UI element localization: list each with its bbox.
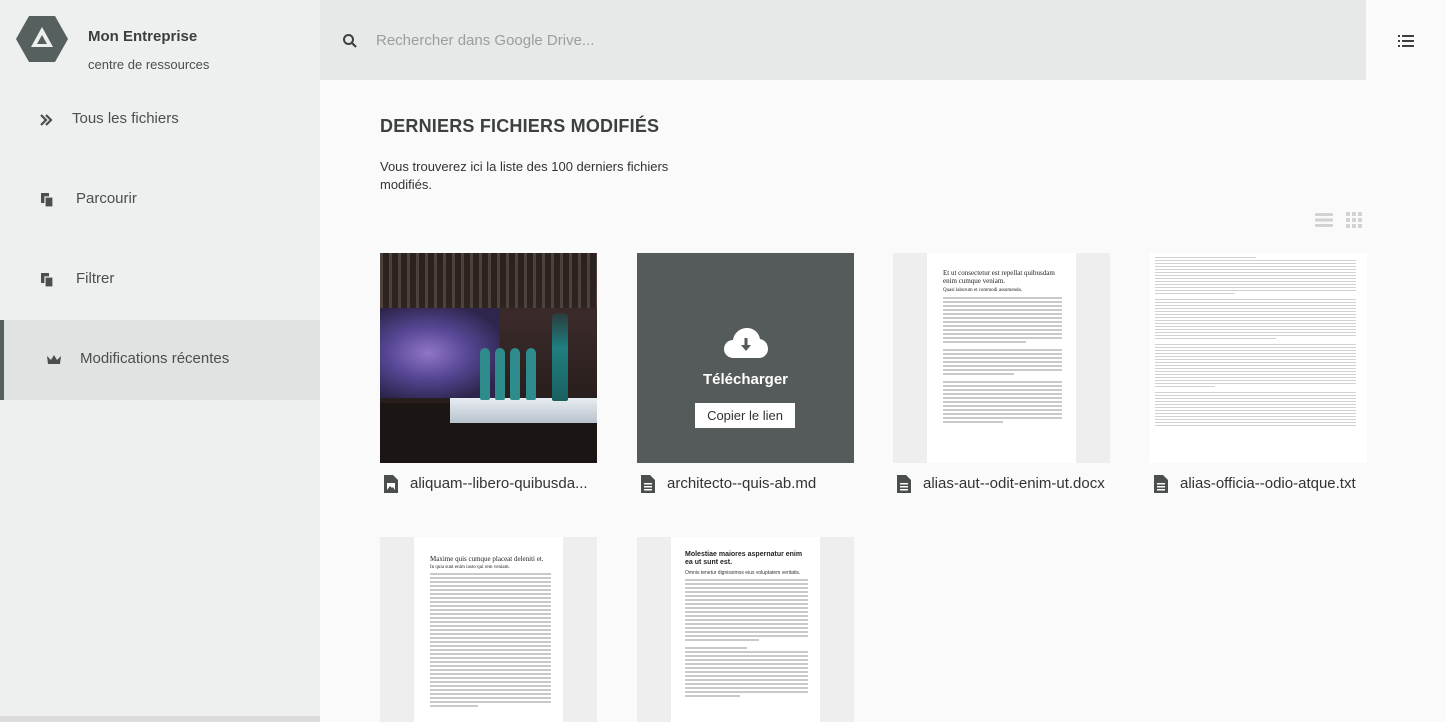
sidebar-item-recent-changes[interactable]: Modifications récentes	[0, 320, 320, 400]
document-page-preview: Et ut consectetur est repellat quibusdam…	[927, 253, 1076, 463]
thumbnail-graphic	[552, 313, 568, 401]
thumbnail-graphic	[450, 398, 597, 423]
file-name[interactable]: alias-aut--odit-enim-ut.docx	[923, 475, 1119, 492]
image-file-icon	[384, 475, 398, 493]
list-menu-icon	[1398, 35, 1414, 47]
file-info: alias-officia--odio-atque.txt	[1150, 473, 1380, 497]
file-card[interactable]: Et ut consectetur est repellat quibusdam…	[893, 253, 1110, 493]
preview-title: Et ut consectetur est repellat quibusdam…	[943, 269, 1055, 285]
preview-text-lines	[1155, 257, 1356, 428]
file-card[interactable]: aliquam--libero-quibusda...	[380, 253, 597, 493]
sidebar-item-label: Tous les fichiers	[72, 110, 179, 127]
copy-files-icon	[41, 193, 54, 208]
preview-subtitle: In quia sunt enim iusto qui rem veniam.	[430, 565, 510, 570]
file-card[interactable]: Molestiae maiores aspernatur enim ea ut …	[637, 537, 854, 722]
company-subtitle: centre de ressources	[88, 57, 210, 72]
cloud-download-icon	[724, 328, 768, 358]
sidebar-item-all-files[interactable]: Tous les fichiers	[0, 80, 320, 160]
document-file-icon	[897, 475, 911, 493]
document-file-icon	[641, 475, 655, 493]
copy-files-icon	[41, 273, 54, 288]
thumbnail-graphic	[510, 348, 520, 400]
file-name[interactable]: architecto--quis-ab.md	[667, 475, 863, 492]
file-thumbnail[interactable]: Et ut consectetur est repellat quibusdam…	[893, 253, 1110, 463]
horizontal-scrollbar[interactable]	[0, 716, 320, 722]
sidebar: Mon Entreprise centre de ressources Tous…	[0, 0, 320, 722]
preview-title: Molestiae maiores aspernatur enim ea ut …	[685, 551, 803, 566]
grid-view-icon[interactable]	[1345, 212, 1363, 228]
document-page-preview: Maxime quis cumque placeat deleniti et. …	[414, 537, 563, 722]
page-description: Vous trouverez ici la liste des 100 dern…	[380, 159, 669, 192]
download-overlay[interactable]: Télécharger Copier le lien	[637, 253, 854, 463]
brand-header: Mon Entreprise centre de ressources	[0, 0, 320, 80]
preview-text-lines	[685, 579, 808, 699]
file-info: alias-aut--odit-enim-ut.docx	[893, 473, 1123, 497]
list-view-icon[interactable]	[1315, 212, 1333, 228]
company-name: Mon Entreprise	[88, 28, 198, 45]
preview-subtitle: Omnis tenetur dignissimos eius voluptate…	[685, 570, 801, 576]
file-card[interactable]: Télécharger Copier le lien architecto--q…	[637, 253, 854, 493]
document-file-icon	[1154, 475, 1168, 493]
page-title: DERNIERS FICHIERS MODIFIÉS	[380, 116, 660, 136]
thumbnail-graphic	[480, 348, 490, 400]
file-info: architecto--quis-ab.md	[637, 473, 867, 497]
search-input[interactable]	[376, 24, 1276, 56]
preview-subtitle: Quasi laborum et commodi assumenda.	[943, 288, 1023, 293]
search-bar	[320, 0, 1366, 80]
file-thumbnail[interactable]	[1150, 253, 1367, 463]
file-name[interactable]: alias-officia--odio-atque.txt	[1180, 475, 1376, 492]
download-label[interactable]: Télécharger	[637, 371, 854, 388]
sidebar-item-filter[interactable]: Filtrer	[0, 240, 320, 320]
double-chevron-right-icon	[40, 114, 53, 126]
preview-title: Maxime quis cumque placeat deleniti et.	[430, 555, 544, 563]
logo-icon	[16, 16, 68, 62]
menu-button[interactable]	[1366, 0, 1446, 80]
sidebar-item-label: Modifications récentes	[80, 350, 230, 367]
thumbnail-graphic	[495, 348, 505, 400]
preview-text-lines	[943, 297, 1062, 425]
file-name[interactable]: aliquam--libero-quibusda...	[410, 475, 606, 492]
document-page-preview	[1150, 253, 1361, 463]
search-icon	[343, 34, 357, 48]
file-card[interactable]: alias-officia--odio-atque.txt	[1150, 253, 1367, 493]
file-thumbnail[interactable]: Molestiae maiores aspernatur enim ea ut …	[637, 537, 854, 722]
thumbnail-graphic	[526, 348, 536, 400]
file-card[interactable]: Maxime quis cumque placeat deleniti et. …	[380, 537, 597, 722]
sidebar-item-label: Parcourir	[76, 190, 137, 207]
file-thumbnail[interactable]: Maxime quis cumque placeat deleniti et. …	[380, 537, 597, 722]
sidebar-item-browse[interactable]: Parcourir	[0, 160, 320, 240]
document-page-preview: Molestiae maiores aspernatur enim ea ut …	[671, 537, 820, 722]
thumbnail-graphic	[380, 253, 597, 308]
file-thumbnail[interactable]	[380, 253, 597, 463]
sidebar-item-label: Filtrer	[76, 270, 115, 287]
preview-text-lines	[430, 573, 551, 709]
crown-icon	[47, 355, 61, 364]
copy-link-button[interactable]: Copier le lien	[695, 403, 795, 428]
file-info: aliquam--libero-quibusda...	[380, 473, 610, 497]
